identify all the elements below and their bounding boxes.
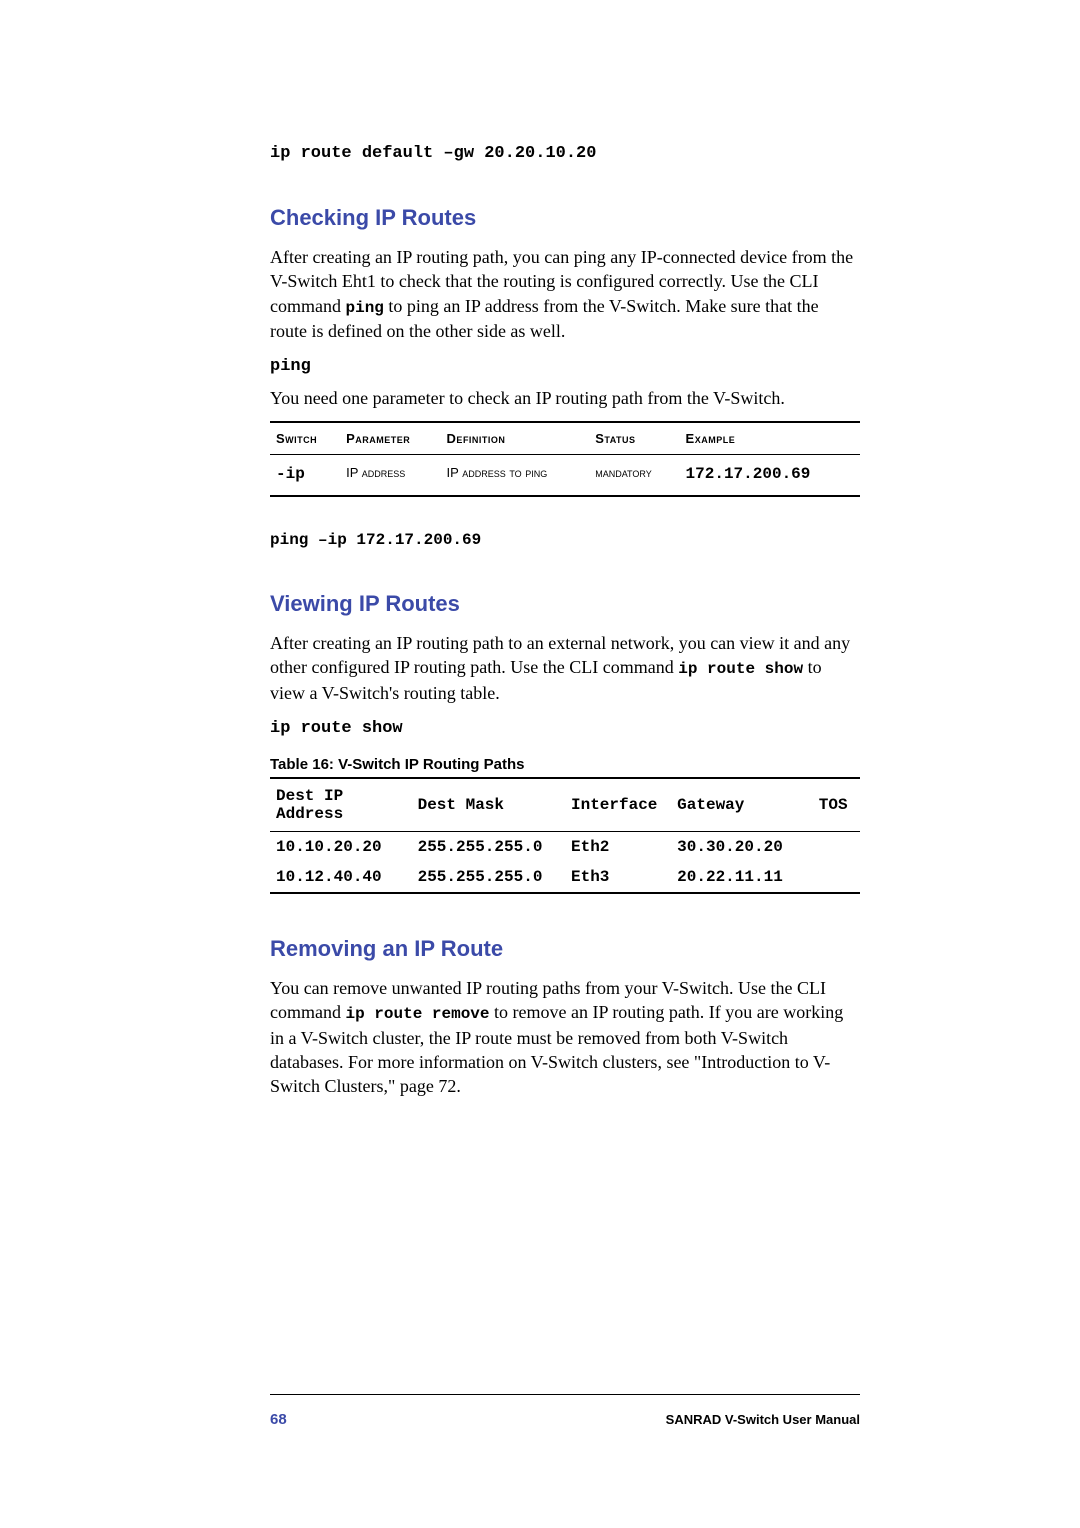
table-16-caption: Table 16: V-Switch IP Routing Paths — [270, 756, 860, 773]
ping-command-label: ping — [270, 357, 860, 376]
checking-paragraph-2: You need one parameter to check an IP ro… — [270, 386, 860, 410]
cell-example: 172.17.200.69 — [680, 454, 860, 496]
inline-cmd-route-remove: ip route remove — [345, 1005, 489, 1023]
table-row: 10.10.20.20 255.255.255.0 Eth2 30.30.20.… — [270, 831, 860, 862]
col-tos: TOS — [813, 778, 860, 832]
cell-gateway: 30.30.20.20 — [671, 831, 813, 862]
cell-tos — [813, 862, 860, 893]
manual-page: ip route default –gw 20.20.10.20 Checkin… — [0, 0, 1080, 1528]
heading-checking-ip-routes: Checking IP Routes — [270, 205, 860, 231]
inline-cmd-route-show: ip route show — [678, 660, 803, 678]
example-text: ping –ip 172.17.200.69 — [270, 531, 481, 549]
route-show-command-label: ip route show — [270, 719, 860, 738]
heading-removing-ip-route: Removing an IP Route — [270, 936, 860, 962]
cell-status: mandatory — [589, 454, 679, 496]
cell-interface: Eth2 — [565, 831, 671, 862]
col-example: Example — [680, 422, 860, 455]
removing-paragraph: You can remove unwanted IP routing paths… — [270, 976, 860, 1099]
cell-parameter: IP address — [340, 454, 440, 496]
ping-example-command: ping –ip 172.17.200.69 — [270, 531, 860, 549]
inline-cmd-ping: ping — [345, 299, 383, 317]
manual-title: SANRAD V-Switch User Manual — [666, 1412, 860, 1427]
cell-interface: Eth3 — [565, 862, 671, 893]
viewing-paragraph: After creating an IP routing path to an … — [270, 631, 860, 705]
page-number: 68 — [270, 1411, 287, 1428]
cell-dest-ip: 10.10.20.20 — [270, 831, 412, 862]
cell-dest-mask: 255.255.255.0 — [412, 831, 565, 862]
checking-paragraph-1: After creating an IP routing path, you c… — [270, 245, 860, 343]
table-header-row: Dest IP Address Dest Mask Interface Gate… — [270, 778, 860, 832]
ping-parameters-table: Switch Parameter Definition Status Examp… — [270, 421, 860, 497]
col-dest-mask: Dest Mask — [412, 778, 565, 832]
routing-paths-table: Dest IP Address Dest Mask Interface Gate… — [270, 777, 860, 894]
page-footer: 68 SANRAD V-Switch User Manual — [0, 1394, 1080, 1428]
cell-switch: -ip — [270, 454, 340, 496]
col-switch: Switch — [270, 422, 340, 455]
table-header-row: Switch Parameter Definition Status Examp… — [270, 422, 860, 455]
col-interface: Interface — [565, 778, 671, 832]
cell-dest-ip: 10.12.40.40 — [270, 862, 412, 893]
col-parameter: Parameter — [340, 422, 440, 455]
cell-definition: IP address to ping — [441, 454, 590, 496]
top-command-line: ip route default –gw 20.20.10.20 — [270, 144, 860, 163]
table-row: 10.12.40.40 255.255.255.0 Eth3 20.22.11.… — [270, 862, 860, 893]
col-dest-ip: Dest IP Address — [270, 778, 412, 832]
col-gateway: Gateway — [671, 778, 813, 832]
footer-line: 68 SANRAD V-Switch User Manual — [270, 1394, 860, 1428]
col-definition: Definition — [441, 422, 590, 455]
cell-tos — [813, 831, 860, 862]
cell-gateway: 20.22.11.11 — [671, 862, 813, 893]
heading-viewing-ip-routes: Viewing IP Routes — [270, 591, 860, 617]
cell-dest-mask: 255.255.255.0 — [412, 862, 565, 893]
col-status: Status — [589, 422, 679, 455]
table-row: -ip IP address IP address to ping mandat… — [270, 454, 860, 496]
